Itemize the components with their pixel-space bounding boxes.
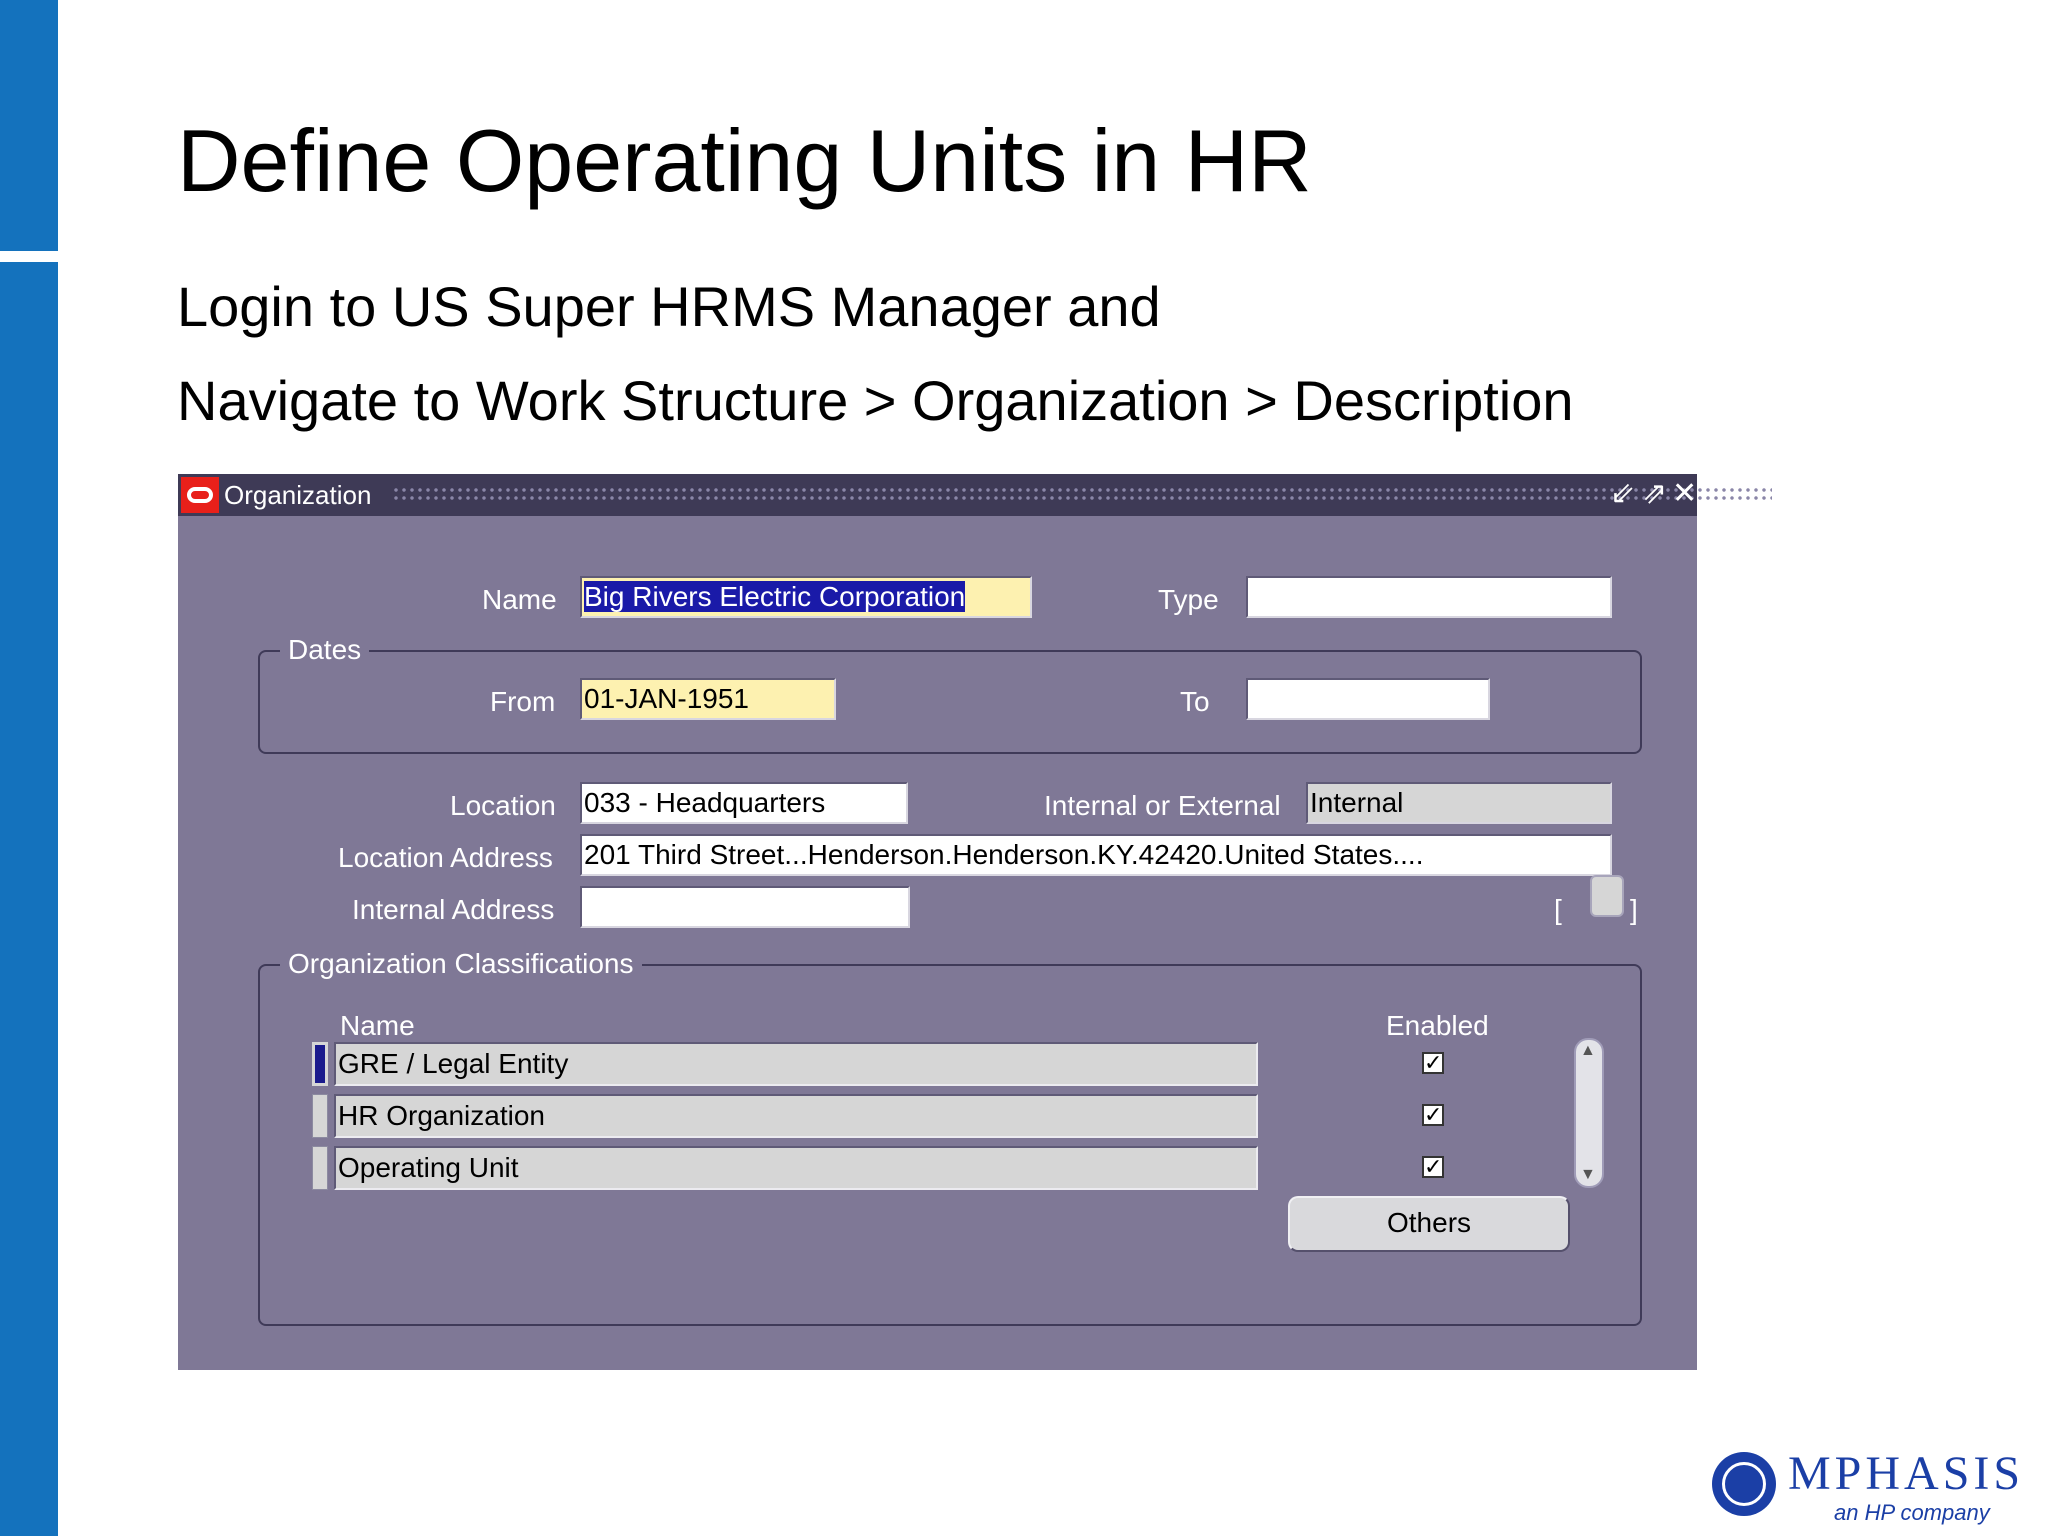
- from-date-field[interactable]: 01-JAN-1951: [580, 678, 836, 720]
- classification-name-field[interactable]: Operating Unit: [334, 1146, 1258, 1190]
- accent-bar-top: [0, 0, 58, 251]
- dates-group-label: Dates: [280, 634, 370, 666]
- scroll-down-icon[interactable]: ▼: [1580, 1166, 1596, 1184]
- from-label: From: [490, 686, 556, 717]
- bracket-open: [: [1554, 894, 1562, 925]
- mphasis-logo-text: MPHASIS: [1788, 1447, 2025, 1500]
- location-address-label: Location Address: [338, 842, 553, 873]
- others-button[interactable]: Others: [1288, 1196, 1570, 1252]
- to-label: To: [1180, 686, 1210, 717]
- name-value: Big Rivers Electric Corporation: [584, 581, 966, 612]
- oracle-logo-icon: [181, 477, 219, 513]
- enabled-checkbox[interactable]: ✓: [1422, 1104, 1444, 1126]
- mphasis-logo-icon: [1712, 1452, 1776, 1516]
- maximize-icon[interactable]: ⇗: [1642, 476, 1667, 512]
- flexfield-button[interactable]: [1590, 875, 1624, 917]
- internal-external-label: Internal or External: [1044, 790, 1281, 821]
- name-field[interactable]: Big Rivers Electric Corporation: [580, 576, 1032, 618]
- scroll-up-icon[interactable]: ▲: [1580, 1042, 1596, 1060]
- window-title-bar[interactable]: Organization ⇙ ⇗ ✕: [178, 474, 1772, 516]
- classifications-group-label: Organization Classifications: [280, 948, 642, 980]
- instruction-line-2: Navigate to Work Structure > Organizatio…: [177, 369, 1574, 432]
- instruction-line-1: Login to US Super HRMS Manager and: [177, 275, 1161, 338]
- enabled-checkbox[interactable]: ✓: [1422, 1052, 1444, 1074]
- row-indicator[interactable]: [312, 1042, 328, 1086]
- vertical-scrollbar[interactable]: ▲ ▼: [1574, 1038, 1604, 1188]
- classification-name-field[interactable]: HR Organization: [334, 1094, 1258, 1138]
- internal-address-label: Internal Address: [352, 894, 555, 925]
- enabled-checkbox[interactable]: ✓: [1422, 1156, 1444, 1178]
- name-label: Name: [482, 584, 557, 615]
- location-label: Location: [450, 790, 556, 821]
- type-field[interactable]: [1246, 576, 1612, 618]
- classification-name-field[interactable]: GRE / Legal Entity: [334, 1042, 1258, 1086]
- internal-address-field[interactable]: [580, 886, 910, 928]
- minimize-icon[interactable]: ⇙: [1610, 476, 1635, 512]
- row-indicator[interactable]: [312, 1094, 328, 1138]
- row-indicator[interactable]: [312, 1146, 328, 1190]
- mphasis-tagline: an HP company: [1834, 1500, 1990, 1525]
- bracket-close: ]: [1630, 894, 1638, 925]
- window-title: Organization: [224, 480, 372, 510]
- title-bar-grip: [392, 486, 1772, 504]
- col-header-enabled: Enabled: [1386, 1010, 1489, 1041]
- location-address-field[interactable]: 201 Third Street...Henderson.Henderson.K…: [580, 834, 1612, 876]
- type-label: Type: [1158, 584, 1219, 615]
- location-field[interactable]: 033 - Headquarters: [580, 782, 908, 824]
- to-date-field[interactable]: [1246, 678, 1490, 720]
- slide-title: Define Operating Units in HR: [177, 111, 1312, 210]
- internal-external-field[interactable]: Internal: [1306, 782, 1612, 824]
- accent-bar-bottom: [0, 262, 58, 1536]
- close-icon[interactable]: ✕: [1672, 476, 1697, 512]
- col-header-name: Name: [340, 1010, 415, 1041]
